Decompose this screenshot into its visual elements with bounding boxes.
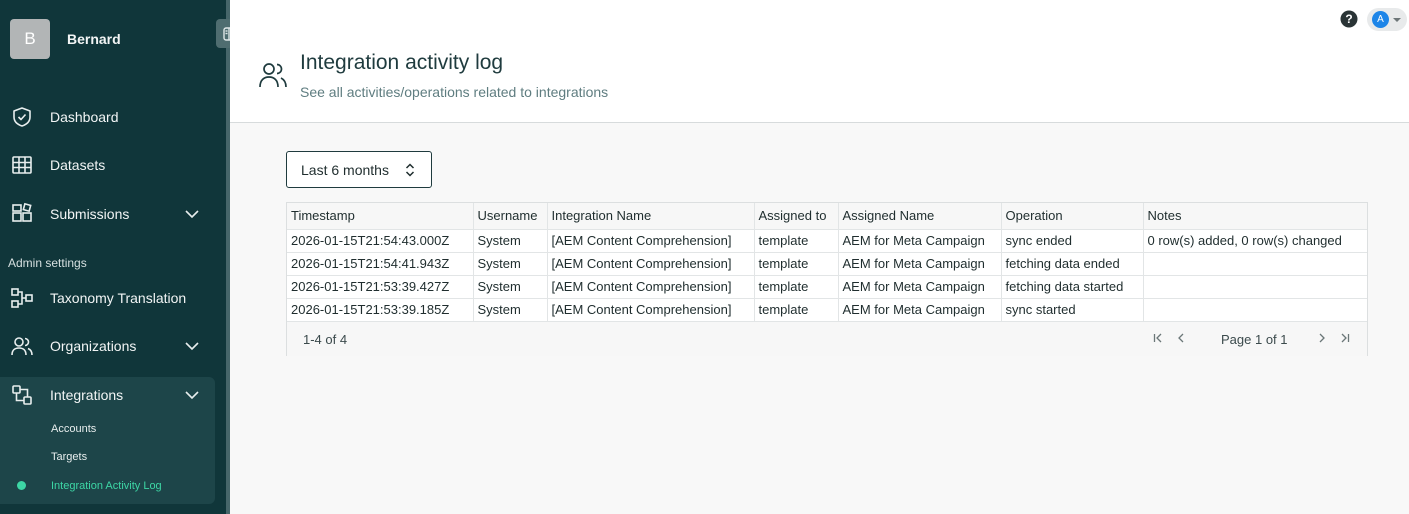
row-count: 1-4 of 4 — [303, 331, 348, 347]
help-icon[interactable]: ? — [1340, 10, 1358, 28]
cell-operation: fetching data started — [1001, 275, 1144, 299]
blocks-icon — [12, 202, 32, 222]
table-row[interactable]: 2026-01-15T21:54:43.000Z System [AEM Con… — [287, 229, 1367, 253]
cell-assigned-name: AEM for Meta Campaign — [838, 252, 1002, 276]
cell-assigned-to: template — [754, 275, 839, 299]
cell-assigned-name: AEM for Meta Campaign — [838, 275, 1002, 299]
sidebar-item-organizations[interactable]: Organizations — [0, 323, 226, 369]
cell-notes — [1143, 252, 1367, 276]
chevron-down-icon — [185, 342, 199, 351]
sidebar-item-label: Dashboard — [50, 109, 119, 125]
table-pagination: 1-4 of 4 Page 1 of 1 — [287, 322, 1367, 356]
sidebar-item-label: Integrations — [50, 387, 124, 403]
cell-operation: sync started — [1001, 298, 1144, 322]
cell-notes — [1143, 298, 1367, 322]
date-range-select[interactable]: Last 6 months — [286, 151, 432, 188]
cell-assigned-to: template — [754, 252, 839, 276]
sidebar-item-label: Taxonomy Translation — [50, 290, 187, 306]
flow-icon — [11, 288, 33, 308]
page-subtitle: See all activities/operations related to… — [300, 84, 609, 100]
cell-username: System — [473, 298, 548, 322]
table-row[interactable]: 2026-01-15T21:53:39.427Z System [AEM Con… — [287, 275, 1367, 299]
cell-timestamp: 2026-01-15T21:53:39.427Z — [287, 275, 474, 299]
sidebar: B Bernard Dashboard Datasets Submissions… — [0, 0, 226, 514]
column-header-integration-name[interactable]: Integration Name — [547, 203, 755, 230]
table-header-row: Timestamp Username Integration Name Assi… — [287, 203, 1367, 230]
page-label: Page 1 of 1 — [1221, 331, 1288, 347]
sidebar-item-label: Organizations — [50, 338, 137, 354]
table-row[interactable]: 2026-01-15T21:53:39.185Z System [AEM Con… — [287, 298, 1367, 322]
cell-timestamp: 2026-01-15T21:53:39.185Z — [287, 298, 474, 322]
cell-assigned-to: template — [754, 298, 839, 322]
column-header-operation[interactable]: Operation — [1001, 203, 1144, 230]
column-header-assigned-to[interactable]: Assigned to — [754, 203, 839, 230]
cell-operation: fetching data ended — [1001, 252, 1144, 276]
user-menu[interactable]: A — [1367, 8, 1407, 31]
cell-username: System — [473, 275, 548, 299]
avatar: B — [10, 19, 50, 59]
page-header: Integration activity log See all activit… — [230, 0, 1409, 123]
sidebar-subitem-targets[interactable]: Targets — [51, 451, 87, 463]
last-page-icon[interactable] — [1339, 332, 1351, 344]
sidebar-item-integrations[interactable]: Integrations — [0, 372, 226, 418]
activity-table: Timestamp Username Integration Name Assi… — [286, 202, 1368, 356]
cell-assigned-name: AEM for Meta Campaign — [838, 298, 1002, 322]
profile[interactable]: B Bernard — [10, 19, 121, 59]
cell-assigned-to: template — [754, 229, 839, 253]
sidebar-item-dashboard[interactable]: Dashboard — [0, 94, 226, 140]
profile-name: Bernard — [67, 31, 121, 47]
cell-operation: sync ended — [1001, 229, 1144, 253]
column-header-timestamp[interactable]: Timestamp — [287, 203, 474, 230]
cell-integration-name: [AEM Content Comprehension] — [547, 252, 755, 276]
sidebar-subitem-activity-log[interactable]: Integration Activity Log — [51, 480, 162, 492]
column-header-notes[interactable]: Notes — [1143, 203, 1367, 230]
users-icon — [259, 63, 287, 88]
first-page-icon[interactable] — [1152, 332, 1164, 344]
next-page-icon[interactable] — [1316, 332, 1328, 344]
integration-icon — [12, 385, 32, 405]
cell-username: System — [473, 252, 548, 276]
sidebar-item-submissions[interactable]: Submissions — [0, 191, 226, 237]
sidebar-item-taxonomy-translation[interactable]: Taxonomy Translation — [0, 275, 226, 321]
caret-down-icon — [1393, 17, 1401, 22]
cell-notes — [1143, 275, 1367, 299]
chevron-down-icon — [185, 210, 199, 219]
section-label-admin: Admin settings — [8, 256, 87, 270]
cell-integration-name: [AEM Content Comprehension] — [547, 275, 755, 299]
chevron-up-down-icon — [405, 163, 415, 177]
column-header-assigned-name[interactable]: Assigned Name — [838, 203, 1002, 230]
users-icon — [11, 337, 33, 356]
cell-assigned-name: AEM for Meta Campaign — [838, 229, 1002, 253]
cell-timestamp: 2026-01-15T21:54:41.943Z — [287, 252, 474, 276]
cell-notes: 0 row(s) added, 0 row(s) changed — [1143, 229, 1367, 253]
shield-check-icon — [13, 107, 31, 127]
sidebar-subitem-accounts[interactable]: Accounts — [51, 423, 96, 435]
column-header-username[interactable]: Username — [473, 203, 548, 230]
sidebar-item-label: Datasets — [50, 157, 106, 173]
svg-text:?: ? — [1345, 12, 1352, 26]
cell-integration-name: [AEM Content Comprehension] — [547, 229, 755, 253]
page-title: Integration activity log — [300, 51, 504, 74]
chevron-down-icon — [185, 391, 199, 400]
prev-page-icon[interactable] — [1175, 332, 1187, 344]
user-avatar: A — [1372, 11, 1389, 28]
cell-integration-name: [AEM Content Comprehension] — [547, 298, 755, 322]
table-grid-icon — [12, 156, 32, 174]
sidebar-item-datasets[interactable]: Datasets — [0, 142, 226, 188]
cell-timestamp: 2026-01-15T21:54:43.000Z — [287, 229, 474, 253]
cell-username: System — [473, 229, 548, 253]
date-range-label: Last 6 months — [301, 161, 389, 178]
table-row[interactable]: 2026-01-15T21:54:41.943Z System [AEM Con… — [287, 252, 1367, 276]
active-indicator-dot — [17, 481, 26, 490]
sidebar-item-label: Submissions — [50, 206, 130, 222]
